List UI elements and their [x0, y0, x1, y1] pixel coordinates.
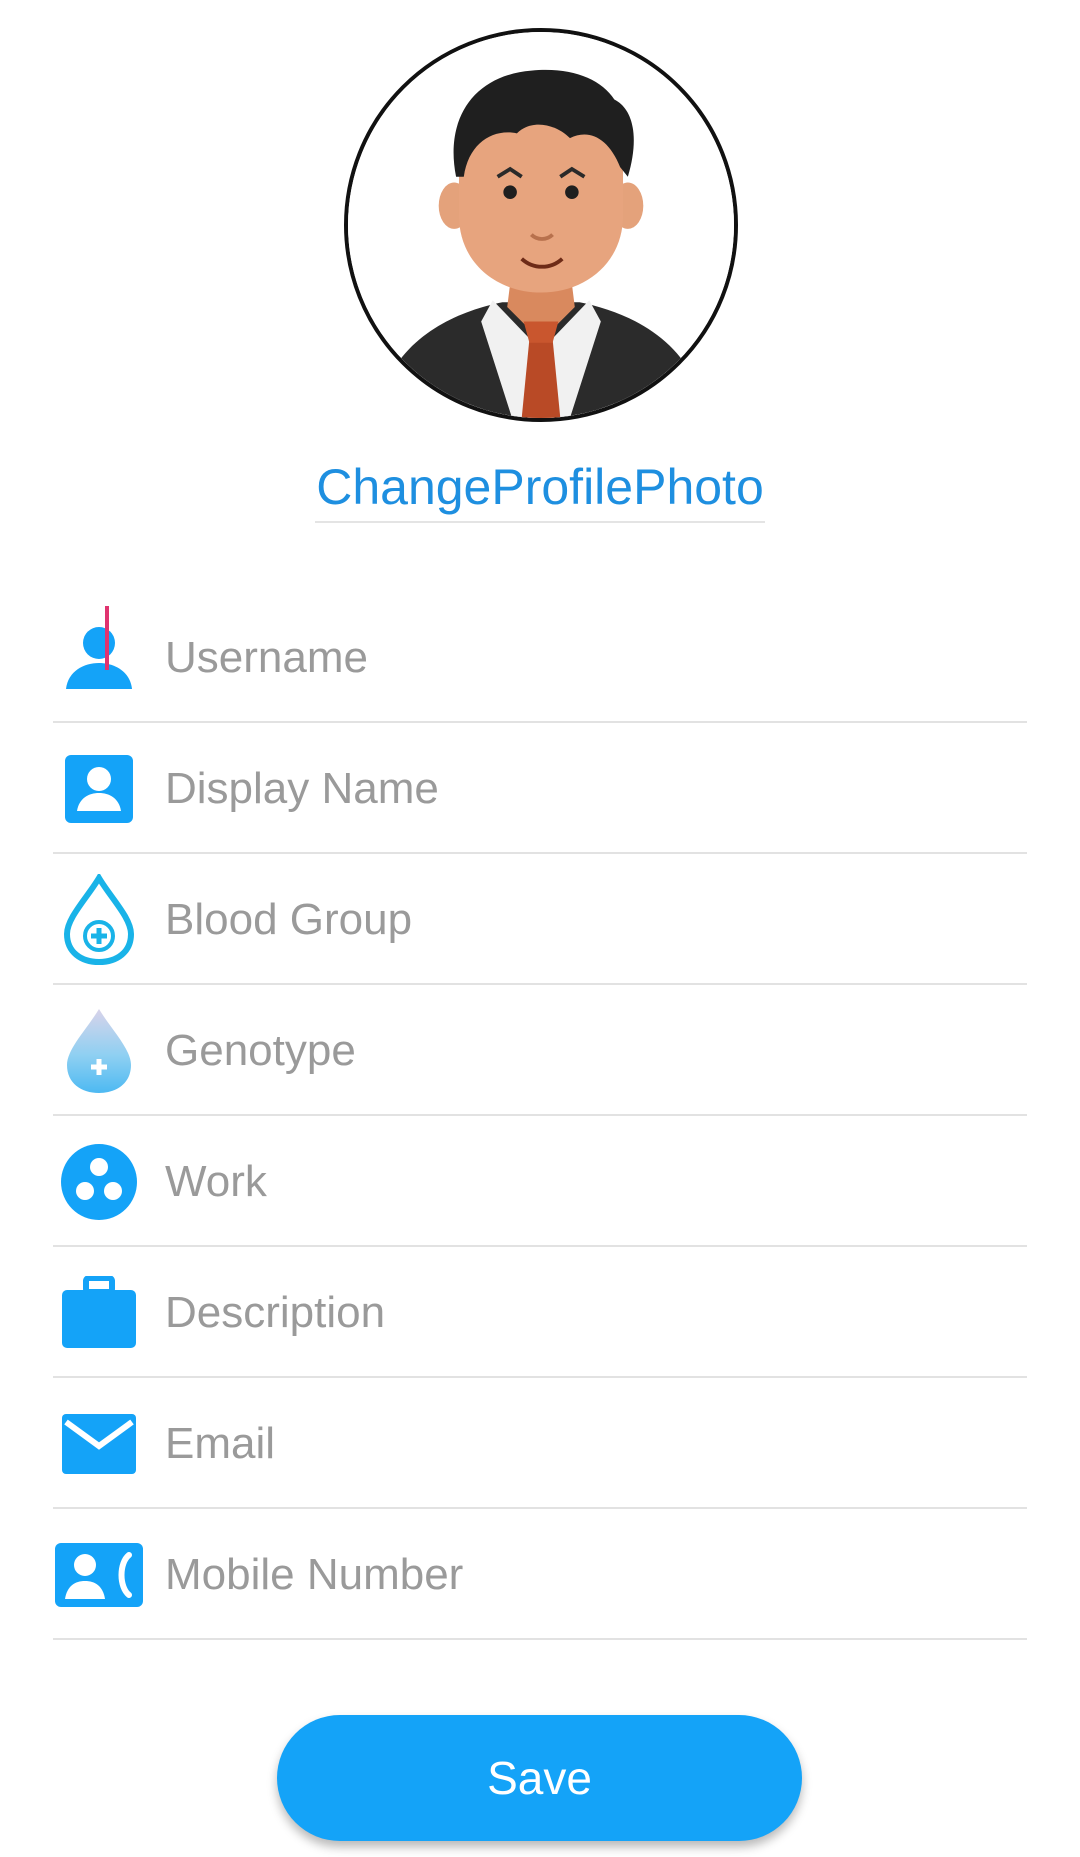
blood-drop-outline-icon: [53, 874, 145, 966]
text-cursor: [105, 606, 109, 670]
display-name-input[interactable]: [161, 751, 1015, 827]
contact-badge-icon: [53, 747, 145, 831]
save-button[interactable]: Save: [277, 1715, 802, 1841]
person-icon: [53, 616, 145, 700]
display-name-row: [53, 723, 1027, 854]
mobile-number-row: [53, 1509, 1027, 1640]
work-circles-icon: [53, 1140, 145, 1224]
email-row: [53, 1378, 1027, 1509]
genotype-row: [53, 985, 1027, 1116]
description-row: [53, 1247, 1027, 1378]
avatar-illustration: [348, 32, 734, 418]
work-input[interactable]: [161, 1144, 1015, 1220]
mobile-number-input[interactable]: [161, 1537, 1015, 1613]
genotype-input[interactable]: [161, 1013, 1015, 1089]
email-input[interactable]: [161, 1406, 1015, 1482]
mail-icon: [53, 1402, 145, 1486]
work-row: [53, 1116, 1027, 1247]
blood-group-input[interactable]: [161, 882, 1015, 958]
blood-drop-filled-icon: [53, 1009, 145, 1093]
change-profile-photo-link[interactable]: ChangeProfilePhoto: [315, 460, 765, 523]
description-input[interactable]: [161, 1275, 1015, 1351]
blood-group-row: [53, 854, 1027, 985]
profile-avatar[interactable]: [344, 28, 738, 422]
contact-phone-icon: [53, 1533, 145, 1617]
briefcase-icon: [53, 1271, 145, 1355]
change-photo-container: ChangeProfilePhoto: [0, 460, 1080, 523]
username-row: [53, 592, 1027, 723]
username-input[interactable]: [161, 620, 1015, 696]
profile-form: [53, 592, 1027, 1640]
